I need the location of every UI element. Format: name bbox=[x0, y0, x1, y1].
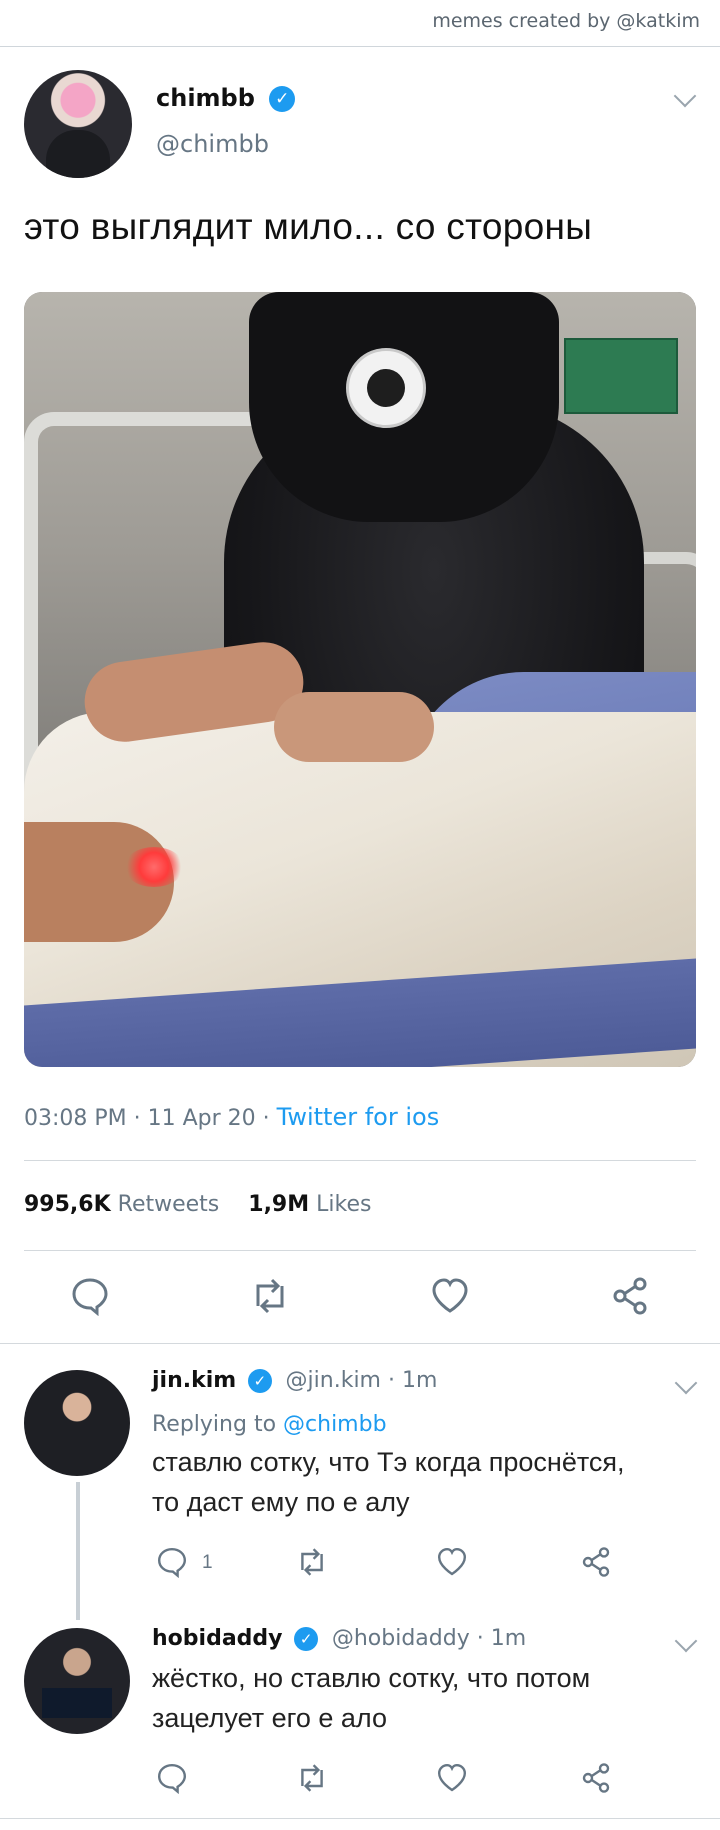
reply-text-line: зацелует его е ало bbox=[152, 1703, 388, 1733]
tweet-source-link[interactable]: Twitter for ios bbox=[277, 1103, 440, 1131]
author-name-text[interactable]: chimbb bbox=[156, 84, 255, 112]
likes-label[interactable]: Likes bbox=[316, 1192, 371, 1217]
reply-author-name[interactable]: hobidaddy bbox=[152, 1626, 283, 1651]
divider bbox=[24, 1250, 696, 1251]
author-name[interactable]: chimbb ✓ bbox=[156, 84, 296, 112]
reply-avatar[interactable] bbox=[24, 1370, 130, 1476]
reply-author[interactable]: jin.kim ✓ @jin.kim · 1m bbox=[152, 1368, 437, 1393]
reply-handle-time[interactable]: @hobidaddy · 1m bbox=[332, 1626, 526, 1651]
heart-icon[interactable] bbox=[436, 1762, 468, 1794]
share-icon[interactable] bbox=[580, 1762, 612, 1794]
retweets-count[interactable]: 995,6K bbox=[24, 1192, 111, 1217]
author-handle[interactable]: @chimbb bbox=[156, 130, 269, 158]
reply-text-line: то даст ему по е алу bbox=[152, 1487, 410, 1517]
tweet-text: это выглядит мило... со стороны bbox=[24, 206, 593, 247]
heart-icon[interactable] bbox=[430, 1276, 470, 1316]
tweet-photo[interactable] bbox=[24, 292, 696, 1067]
divider bbox=[24, 1160, 696, 1161]
replying-to-prefix: Replying to bbox=[152, 1412, 284, 1437]
heart-icon[interactable] bbox=[436, 1546, 468, 1578]
reply-author-name[interactable]: jin.kim bbox=[152, 1368, 236, 1393]
section-divider bbox=[0, 1343, 720, 1344]
tweet-meta: 03:08 PM · 11 Apr 20 · Twitter for ios bbox=[24, 1103, 439, 1131]
thread-line bbox=[76, 1482, 80, 1620]
reply-text-line: ставлю сотку, что Тэ когда проснётся, bbox=[152, 1447, 625, 1477]
share-icon[interactable] bbox=[580, 1546, 612, 1578]
replying-to: Replying to @chimbb bbox=[152, 1412, 387, 1437]
likes-count[interactable]: 1,9M bbox=[248, 1192, 309, 1217]
reply-text: ставлю сотку, что Тэ когда проснётся, то… bbox=[152, 1442, 625, 1522]
section-divider bbox=[0, 1818, 720, 1819]
tweet-timestamp: 03:08 PM · 11 Apr 20 · bbox=[24, 1106, 277, 1131]
retweet-icon[interactable] bbox=[248, 1276, 292, 1316]
reply-icon[interactable] bbox=[70, 1276, 110, 1316]
verified-icon: ✓ bbox=[269, 86, 296, 112]
reply-text: жёстко, но ставлю сотку, что потом зацел… bbox=[152, 1658, 590, 1738]
photo-cap-logo bbox=[346, 348, 426, 428]
photo-exit-sign bbox=[564, 338, 678, 414]
chevron-down-icon[interactable] bbox=[673, 84, 697, 108]
top-divider bbox=[0, 46, 720, 47]
reply-count: 1 bbox=[202, 1552, 213, 1573]
photo-pulse-oximeter bbox=[124, 847, 184, 887]
retweets-label[interactable]: Retweets bbox=[118, 1192, 220, 1217]
tweet-stats: 995,6K Retweets 1,9M Likes bbox=[24, 1192, 371, 1217]
avatar[interactable] bbox=[24, 70, 132, 178]
retweet-icon[interactable] bbox=[294, 1762, 330, 1794]
reply-author[interactable]: hobidaddy ✓ @hobidaddy · 1m bbox=[152, 1626, 526, 1651]
reply-text-line: жёстко, но ставлю сотку, что потом bbox=[152, 1663, 591, 1693]
retweet-icon[interactable] bbox=[294, 1546, 330, 1578]
chevron-down-icon[interactable] bbox=[674, 1629, 698, 1653]
credit-text: memes created by @katkim bbox=[432, 10, 700, 32]
reply-icon[interactable] bbox=[156, 1546, 188, 1578]
reply-avatar[interactable] bbox=[24, 1628, 130, 1734]
verified-icon: ✓ bbox=[294, 1627, 319, 1651]
photo-hands bbox=[274, 692, 434, 762]
chevron-down-icon[interactable] bbox=[674, 1371, 698, 1395]
share-icon[interactable] bbox=[610, 1276, 650, 1316]
verified-icon: ✓ bbox=[247, 1369, 272, 1393]
replying-to-handle[interactable]: @chimbb bbox=[283, 1412, 387, 1437]
reply-icon[interactable] bbox=[156, 1762, 188, 1794]
reply-handle-time[interactable]: @jin.kim · 1m bbox=[286, 1368, 438, 1393]
